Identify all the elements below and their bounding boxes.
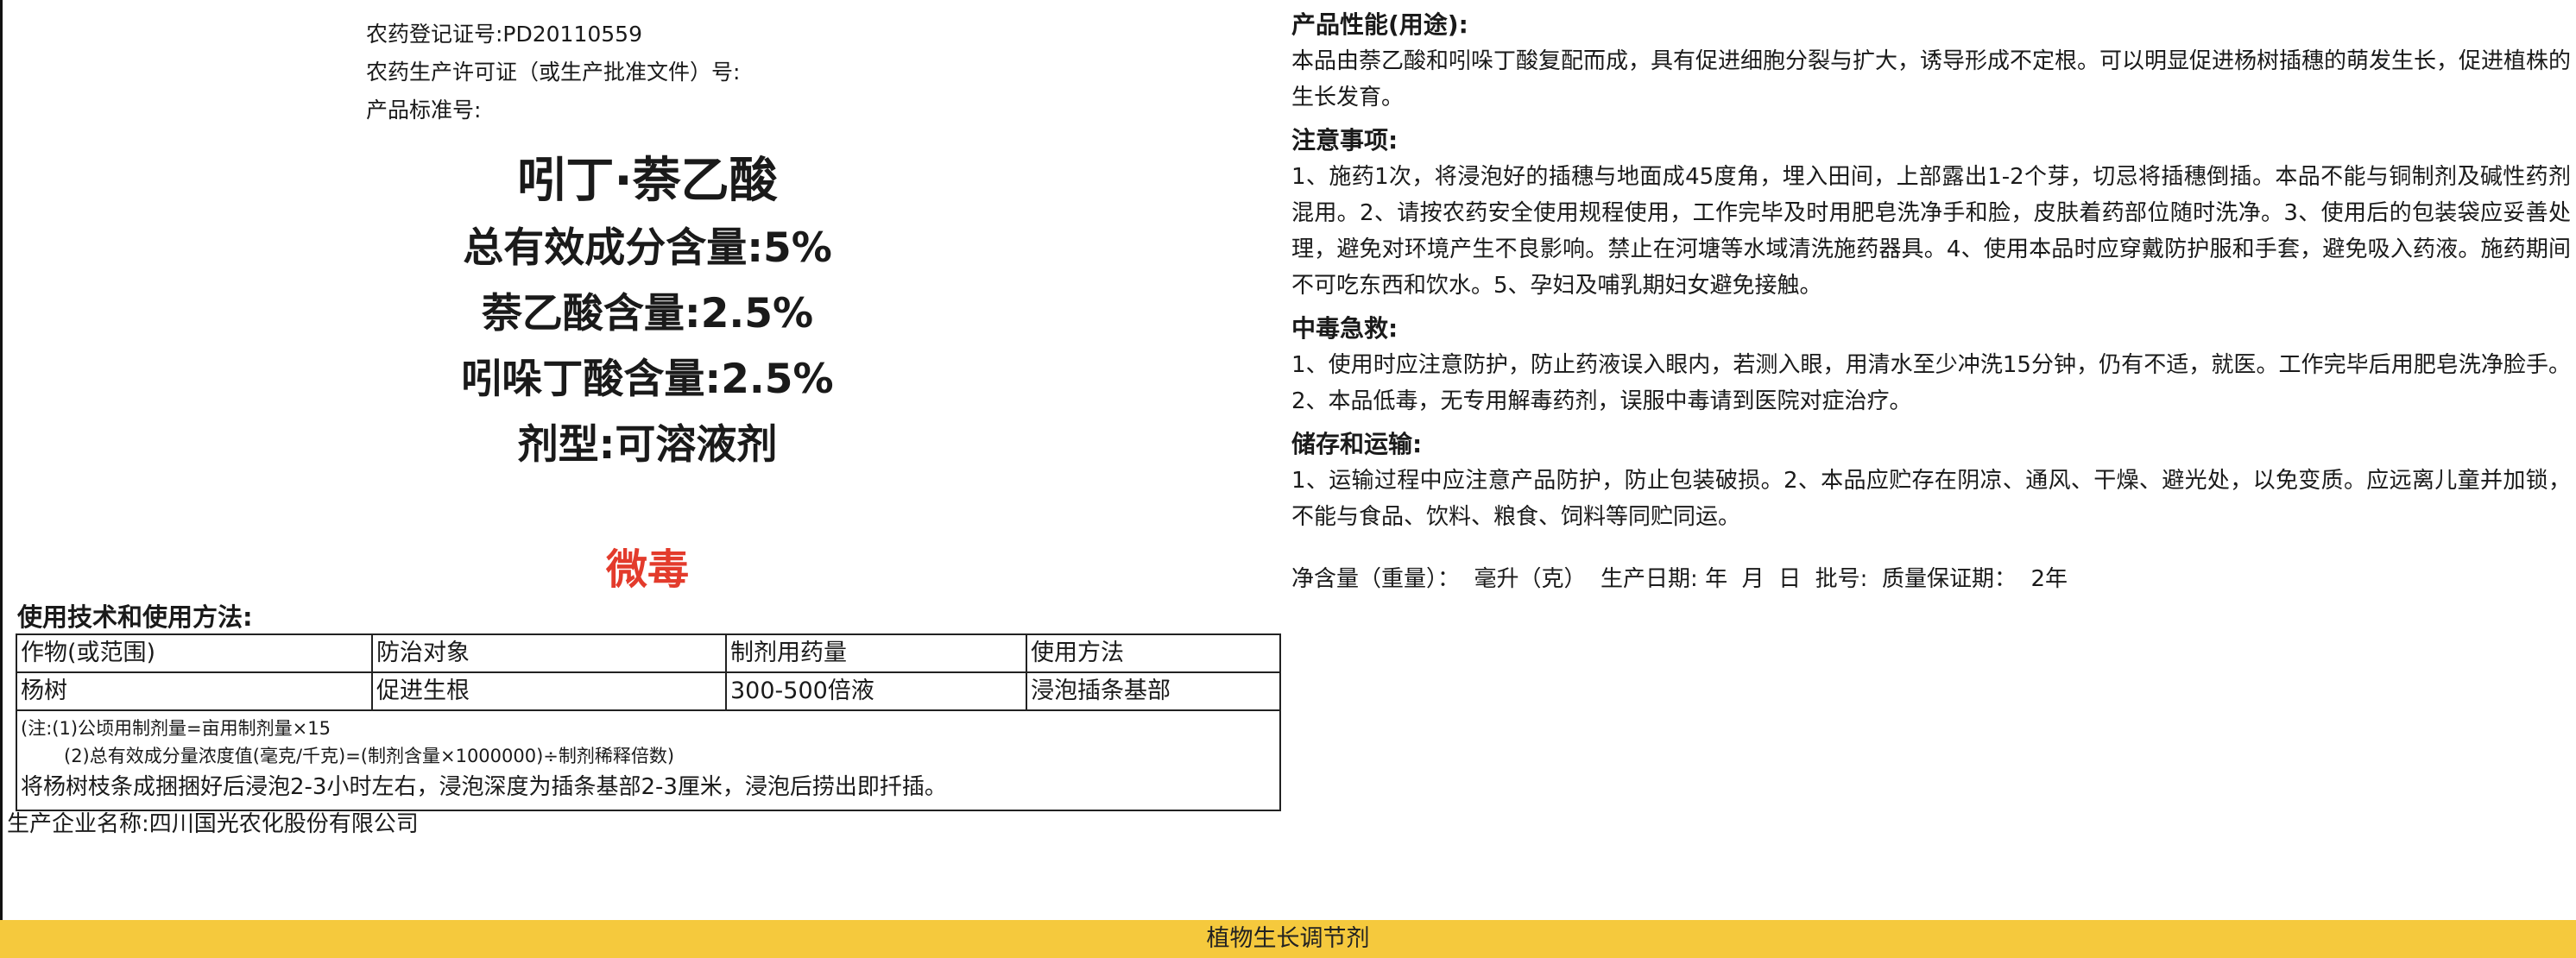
section-body-first-aid: 1、使用时应注意防护，防止药液误入眼内，若测入眼，用清水至少冲洗15分钟，仍有不… bbox=[1291, 352, 2571, 414]
product-name: 吲丁·萘乙酸 bbox=[517, 153, 778, 209]
section-title-first-aid: 中毒急救: bbox=[1291, 314, 1398, 343]
cell-target: 促进生根 bbox=[373, 673, 727, 709]
product-specs: 吲丁·萘乙酸 总有效成分含量:5% 萘乙酸含量:2.5% 吲哚丁酸含量:2.5%… bbox=[354, 147, 941, 478]
header-crop: 作物(或范围) bbox=[17, 635, 373, 671]
cell-crop: 杨树 bbox=[17, 673, 373, 709]
category-footer-bar: 植物生长调节剂 bbox=[0, 920, 2576, 958]
total-active-content: 总有效成分含量:5% bbox=[463, 224, 832, 272]
section-body-performance: 本品由萘乙酸和吲哚丁酸复配而成，具有促进细胞分裂与扩大，诱导形成不定根。可以明显… bbox=[1291, 48, 2572, 110]
table-notes: (注:(1)公顷用制剂量=亩用制剂量×15 (2)总有效成分量浓度值(毫克/千克… bbox=[17, 711, 1279, 810]
formulation: 剂型:可溶液剂 bbox=[517, 421, 778, 469]
left-border-line bbox=[0, 0, 3, 922]
registration-block: 农药登记证号:PD20110559 农药生产许可证（或生产批准文件）号: 产品标… bbox=[366, 16, 740, 129]
section-body-precautions: 1、施药1次，将浸泡好的插穗与地面成45度角，埋入田间，上部露出1-2个芽，切忌… bbox=[1291, 164, 2571, 299]
usage-title: 使用技术和使用方法: bbox=[17, 602, 253, 632]
note-concentration: (2)总有效成分量浓度值(毫克/千克)=(制剂含量×1000000)÷制剂稀释倍… bbox=[64, 746, 675, 766]
cell-dosage: 300-500倍液 bbox=[727, 673, 1027, 709]
header-dosage: 制剂用药量 bbox=[727, 635, 1027, 671]
section-title-precautions: 注意事项: bbox=[1291, 126, 1398, 154]
cell-method: 浸泡插条基部 bbox=[1031, 678, 1171, 704]
iba-content: 吲哚丁酸含量:2.5% bbox=[461, 356, 834, 403]
note-soaking: 将杨树枝条成捆捆好后浸泡2-3小时左右，浸泡深度为插条基部2-3厘米，浸泡后捞出… bbox=[21, 774, 947, 800]
table-header-row: 作物(或范围) 防治对象 制剂用药量 使用方法 bbox=[17, 635, 1279, 673]
section-body-storage: 1、运输过程中应注意产品防护，防止包装破损。2、本品应贮存在阴凉、通风、干燥、避… bbox=[1291, 468, 2571, 530]
header-method: 使用方法 bbox=[1031, 640, 1124, 666]
net-content-line: 净含量（重量）： 毫升（克） 生产日期: 年 月 日 批号: 质量保证期： 2年 bbox=[1291, 566, 2068, 592]
registration-number: 农药登记证号:PD20110559 bbox=[366, 22, 642, 47]
table-row: 杨树 促进生根 300-500倍液 浸泡插条基部 bbox=[17, 673, 1279, 711]
section-title-storage: 储存和运输: bbox=[1291, 430, 1423, 458]
toxicity-label: 微毒 bbox=[605, 545, 689, 594]
manufacturer: 生产企业名称:四川国光农化股份有限公司 bbox=[7, 811, 419, 837]
naa-content: 萘乙酸含量:2.5% bbox=[481, 290, 814, 337]
section-title-performance: 产品性能(用途): bbox=[1291, 10, 1468, 39]
production-license: 农药生产许可证（或生产批准文件）号: bbox=[366, 60, 741, 85]
note-hectare: (注:(1)公顷用制剂量=亩用制剂量×15 bbox=[21, 718, 331, 739]
info-sections: 产品性能(用途): 本品由萘乙酸和吲哚丁酸复配而成，具有促进细胞分裂与扩大，诱导… bbox=[1291, 7, 2571, 597]
header-target: 防治对象 bbox=[373, 635, 727, 671]
usage-table: 作物(或范围) 防治对象 制剂用药量 使用方法 杨树 促进生根 300-500倍… bbox=[16, 633, 1281, 811]
product-standard: 产品标准号: bbox=[366, 98, 482, 123]
